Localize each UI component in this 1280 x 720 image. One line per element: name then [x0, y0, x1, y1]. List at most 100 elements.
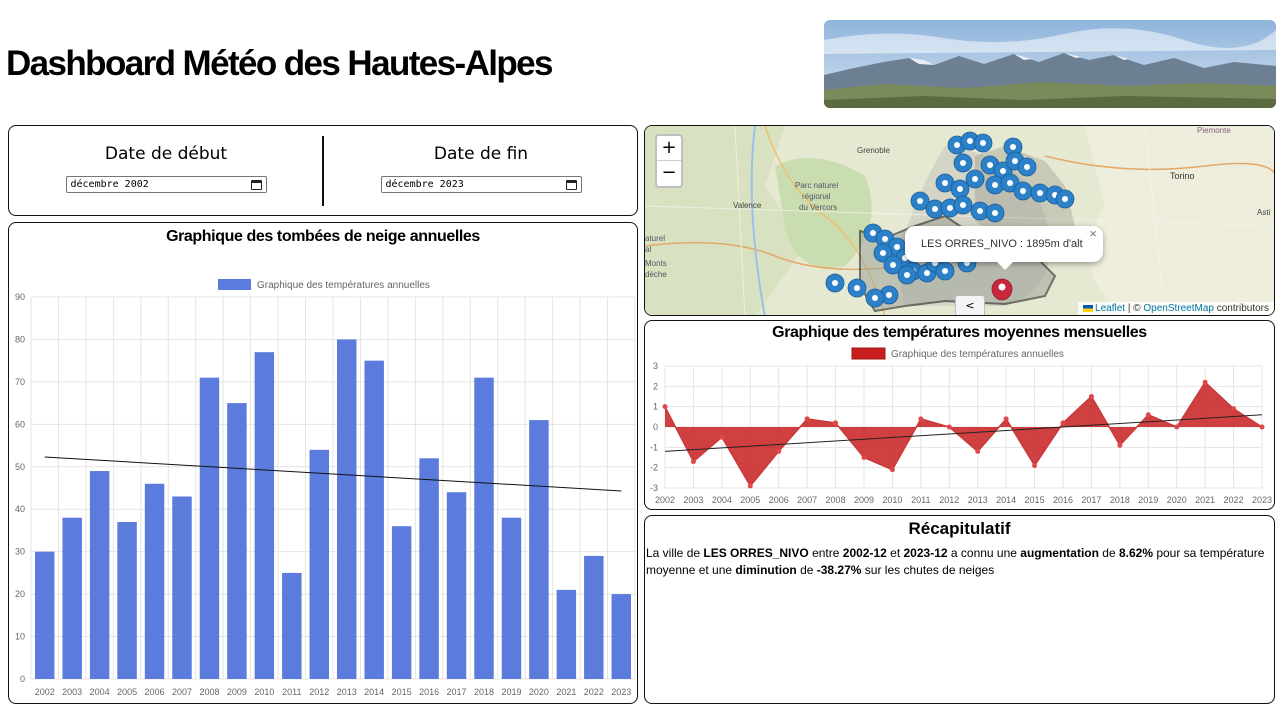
y-tick-label: 0	[20, 674, 25, 684]
summary-fragment: de	[796, 563, 817, 577]
end-date-input[interactable]: décembre 2023	[380, 176, 582, 193]
snow-bar	[364, 360, 384, 679]
map-marker-dot	[972, 176, 978, 182]
map-marker-dot	[977, 208, 983, 214]
popup-tip	[997, 262, 1013, 270]
osm-link[interactable]: OpenStreetMap	[1143, 303, 1214, 314]
svg-text:régional: régional	[802, 192, 831, 201]
x-tick-label: 2003	[683, 495, 703, 505]
map-marker-dot	[924, 270, 930, 276]
svg-text:Piemonte: Piemonte	[1197, 126, 1231, 135]
x-tick-label: 2012	[309, 687, 329, 697]
temp-point	[1231, 406, 1237, 412]
temp-point	[1259, 424, 1265, 430]
map-marker-dot	[1000, 168, 1006, 174]
y-tick-label: 80	[15, 334, 25, 344]
y-tick-label: 10	[15, 632, 25, 642]
start-date-group: Date de début décembre 2002	[9, 126, 323, 215]
x-tick-label: 2022	[584, 687, 604, 697]
summary-city: LES ORRES_NIVO	[703, 546, 809, 560]
snow-bar	[254, 352, 275, 679]
legend-label: Graphique des températures annuelles	[257, 280, 430, 291]
x-tick-label: 2009	[227, 687, 247, 697]
temperature-chart-title: Graphique des températures moyennes mens…	[772, 324, 1147, 341]
calendar-icon[interactable]	[250, 179, 262, 190]
temp-area	[665, 382, 1262, 486]
map-tiles[interactable]: Grenoble Valence Parc naturel régional d…	[645, 126, 1275, 316]
snow-bar	[144, 483, 165, 679]
temp-point	[1117, 442, 1123, 448]
temp-point	[719, 434, 725, 440]
x-tick-label: 2020	[529, 687, 549, 697]
x-tick-label: 2016	[1053, 495, 1073, 505]
map-marker-dot	[1037, 190, 1043, 196]
popup-close-button[interactable]: ×	[1089, 216, 1097, 252]
snow-bar	[391, 526, 412, 679]
x-tick-label: 2018	[474, 687, 494, 697]
x-tick-label: 2019	[501, 687, 521, 697]
map-marker-dot	[886, 292, 892, 298]
summary-fragment: et	[886, 546, 904, 560]
y-tick-label: 1	[653, 402, 658, 412]
summary-fragment: entre	[808, 546, 843, 560]
svg-text:Grenoble: Grenoble	[857, 146, 890, 155]
y-tick-label: 0	[653, 422, 658, 432]
stations-map[interactable]: Grenoble Valence Parc naturel régional d…	[644, 125, 1275, 316]
svg-text:Valence: Valence	[733, 201, 762, 210]
y-tick-label: 3	[653, 361, 658, 371]
summary-fragment: sur les chutes de neiges	[861, 563, 995, 577]
summary-panel: Récapitulatif La ville de LES ORRES_NIVO…	[644, 515, 1275, 704]
map-marker-dot	[882, 236, 888, 242]
map-marker-dot	[992, 210, 998, 216]
map-marker-dot	[832, 280, 838, 286]
temp-point	[747, 483, 753, 489]
x-tick-label: 2013	[337, 687, 357, 697]
snow-bar	[199, 377, 220, 679]
temp-point	[833, 420, 839, 426]
map-marker-dot	[942, 180, 948, 186]
summary-fragment: de	[1098, 546, 1119, 560]
x-tick-label: 2017	[1081, 495, 1101, 505]
x-tick-label: 2010	[882, 495, 902, 505]
snow-bar	[117, 521, 137, 679]
zoom-in-button[interactable]: +	[657, 136, 681, 161]
collapse-button[interactable]: <	[955, 295, 985, 315]
snow-bar	[172, 496, 192, 679]
start-date-label: Date de début	[104, 144, 228, 164]
y-tick-label: -2	[650, 463, 658, 473]
map-marker-dot	[1010, 144, 1016, 150]
temp-point	[1032, 463, 1038, 469]
start-date-input[interactable]: décembre 2002	[65, 176, 267, 193]
map-marker-dot	[942, 268, 948, 274]
map-marker-dot	[987, 162, 993, 168]
snow-bar	[529, 420, 549, 679]
summary-start-date: 2002-12	[842, 546, 887, 560]
end-date-value: décembre 2023	[385, 179, 464, 190]
snow-bar	[35, 551, 55, 679]
y-tick-label: 30	[15, 547, 25, 557]
y-tick-label: 50	[15, 462, 25, 472]
svg-text:du Vercors: du Vercors	[799, 203, 837, 212]
y-tick-label: 60	[15, 419, 25, 429]
legend-swatch	[851, 347, 886, 360]
x-tick-label: 2016	[419, 687, 439, 697]
x-tick-label: 2004	[712, 495, 732, 505]
map-marker-dot	[954, 142, 960, 148]
page-title: Dashboard Météo des Hautes-Alpes	[6, 44, 553, 83]
map-marker-dot	[880, 250, 886, 256]
date-range-panel: Date de début décembre 2002 Date de fin …	[8, 125, 638, 216]
x-tick-label: 2012	[939, 495, 959, 505]
x-tick-label: 2009	[854, 495, 874, 505]
leaflet-link[interactable]: Leaflet	[1095, 303, 1125, 314]
map-marker-dot	[1012, 158, 1018, 164]
calendar-icon[interactable]	[565, 179, 577, 190]
zoom-out-button[interactable]: −	[657, 161, 681, 186]
temp-point	[975, 448, 981, 454]
snowfall-bar-chart: 0 10 20 30 40 50 60 70 80 90 2002 2003 2004 2005 2006 2…	[15, 279, 636, 697]
start-date-value: décembre 2002	[70, 179, 149, 190]
end-date-label: Date de fin	[433, 144, 529, 164]
snow-bar	[611, 594, 631, 679]
x-tick-label: 2013	[968, 495, 988, 505]
station-popup: LES ORRES_NIVO : 1895m d'alt ×	[905, 226, 1103, 270]
x-tick-label: 2022	[1224, 495, 1244, 505]
